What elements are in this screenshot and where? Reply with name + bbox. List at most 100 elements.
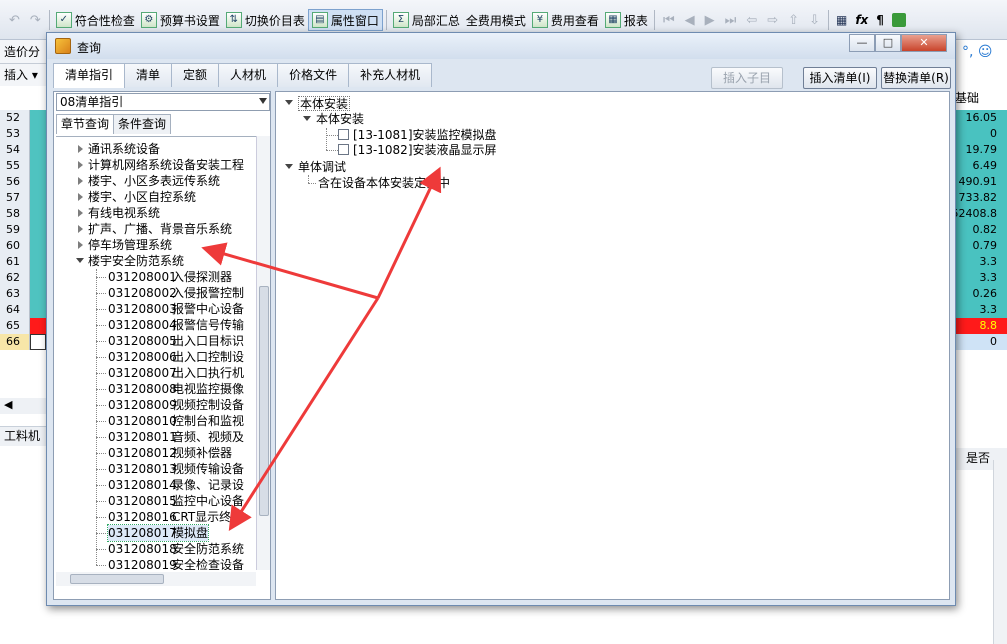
row-number[interactable]: 58 [0, 206, 30, 222]
left-arrow-icon[interactable]: ⇦ [741, 13, 762, 28]
row-number[interactable]: 53 [0, 126, 30, 142]
tree-group-item[interactable]: 楼宇安全防范系统 [88, 253, 184, 269]
row-number[interactable]: 56 [0, 174, 30, 190]
property-window-button[interactable]: ▤ 属性窗口 [307, 9, 383, 31]
tree-leaf-item[interactable]: 031208011音频、视频及 [108, 429, 244, 445]
insert-menu[interactable]: 插入 ▾ [0, 64, 46, 86]
tree-node-unit-debug-child[interactable]: 含在设备本体安装定额中 [318, 176, 450, 191]
tree-leaf-item[interactable]: 031208005出入口目标识 [108, 333, 244, 349]
tab-quota[interactable]: 定额 [171, 63, 220, 87]
tree-vertical-scrollbar[interactable] [256, 136, 270, 570]
full-cost-mode-button[interactable]: 全费用模式 [463, 9, 529, 31]
tree-leaf-item[interactable]: 031208008电视监控摄像 [108, 381, 244, 397]
tree-leaf-item[interactable]: 031208010控制台和监视 [108, 413, 244, 429]
grid-scroll-left-icon[interactable]: ◀ [0, 398, 46, 414]
expand-icon[interactable] [78, 177, 83, 185]
expand-icon[interactable] [303, 116, 311, 121]
tab-supplementary[interactable]: 补充人材机 [348, 63, 433, 87]
background-scrollbar[interactable] [993, 460, 1007, 644]
tree-node-body-install[interactable]: 本体安装 [298, 96, 351, 111]
expand-icon[interactable] [78, 161, 83, 169]
right-arrow-icon[interactable]: ⇨ [762, 13, 783, 28]
row-number[interactable]: 54 [0, 142, 30, 158]
collapse-icon[interactable] [76, 258, 84, 263]
report-button[interactable]: ▦ 报表 [602, 9, 651, 31]
tree-leaf-item[interactable]: 031208012视频补偿器 [108, 445, 232, 461]
tree-group-item[interactable]: 计算机网络系统设备安装工程 [88, 157, 244, 173]
row-number[interactable]: 61 [0, 254, 30, 270]
tree-leaf-item[interactable]: 031208003报警中心设备 [108, 301, 244, 317]
row-number[interactable]: 57 [0, 190, 30, 206]
tree-leaf-item[interactable]: 031208019安全检查设备 [108, 557, 244, 570]
cube-icon[interactable] [891, 13, 906, 27]
tab-chapter-query[interactable]: 章节查询 [56, 114, 115, 134]
budget-settings-button[interactable]: ⚙ 预算书设置 [138, 9, 223, 31]
list-guide-select[interactable]: 08清单指引 [56, 93, 270, 111]
tab-list-guide[interactable]: 清单指引 [53, 63, 126, 88]
close-button[interactable]: ✕ [901, 34, 947, 52]
expand-icon[interactable] [78, 241, 83, 249]
tree-leaf-item[interactable]: 031208017模拟盘 [106, 524, 210, 542]
maximize-button[interactable]: □ [875, 34, 901, 52]
redo-icon[interactable]: ↷ [25, 13, 46, 28]
insert-child-button[interactable]: 插入子目 [711, 67, 783, 89]
expand-icon[interactable] [285, 100, 293, 105]
tree-group-item[interactable]: 有线电视系统 [88, 205, 160, 221]
minimize-button[interactable]: — [849, 34, 875, 52]
row-number[interactable]: 59 [0, 222, 30, 238]
row-number[interactable]: 66 [0, 334, 30, 350]
tree-group-item[interactable]: 扩声、广播、背景音乐系统 [88, 221, 232, 237]
expand-icon[interactable] [78, 193, 83, 201]
scrollbar-thumb[interactable] [70, 574, 164, 584]
prev-icon[interactable]: ◀ [680, 13, 700, 28]
tree-leaf-item[interactable]: 031208015监控中心设备 [108, 493, 244, 509]
tree-node-body-install-child[interactable]: 本体安装 [316, 112, 364, 127]
checkbox[interactable] [338, 144, 349, 155]
tree-group-item[interactable]: 停车场管理系统 [88, 237, 172, 253]
material-tab[interactable]: 工料机 [0, 426, 46, 446]
insert-list-button[interactable]: 插入清单(I) [803, 67, 877, 89]
tree-leaf-item[interactable]: 031208001入侵探测器 [108, 269, 232, 285]
tree-node-unit-debug[interactable]: 单体调试 [298, 160, 346, 175]
row-number[interactable]: 63 [0, 286, 30, 302]
row-number[interactable]: 52 [0, 110, 30, 126]
row-number[interactable]: 64 [0, 302, 30, 318]
undo-icon[interactable]: ↶ [4, 13, 25, 28]
tree-leaf-item[interactable]: 031208009视频控制设备 [108, 397, 244, 413]
emoji-icon[interactable]: °, ☺ [962, 44, 1007, 64]
tab-labor-material-machine[interactable]: 人材机 [218, 63, 279, 87]
tree-leaf-item[interactable]: 031208004报警信号传输 [108, 317, 244, 333]
expand-icon[interactable] [78, 225, 83, 233]
tree-horizontal-scrollbar[interactable] [56, 572, 256, 586]
tree-leaf-item[interactable]: 031208016CRT显示终端 [108, 509, 243, 525]
next-icon[interactable]: ▶ [700, 13, 720, 28]
row-number[interactable]: 65 [0, 318, 30, 334]
partial-summary-button[interactable]: Σ 局部汇总 [390, 9, 463, 31]
compliance-check-button[interactable]: ✓ 符合性检查 [53, 9, 138, 31]
expand-icon[interactable] [285, 164, 293, 169]
calculator-icon[interactable]: ▦ [832, 13, 851, 27]
down-arrow-icon[interactable]: ⇩ [804, 13, 825, 28]
tree-leaf-item[interactable]: 031208007出入口执行机 [108, 365, 244, 381]
last-icon[interactable]: ⏭ [720, 13, 742, 28]
tab-list[interactable]: 清单 [124, 63, 173, 87]
row-number[interactable]: 60 [0, 238, 30, 254]
tree-leaf-item[interactable]: 031208014录像、记录设 [108, 477, 244, 493]
cost-analysis-menu[interactable]: 造价分 [0, 40, 46, 64]
replace-list-button[interactable]: 替换清单(R) [881, 67, 951, 89]
tree-leaf-item[interactable]: 031208018安全防范系统 [108, 541, 244, 557]
tree-leaf-item[interactable]: 031208006出入口控制设 [108, 349, 244, 365]
checkbox[interactable] [338, 129, 349, 140]
expand-icon[interactable] [78, 145, 83, 153]
fee-view-button[interactable]: ¥ 费用查看 [529, 9, 602, 31]
tree-leaf-item[interactable]: 031208013视频传输设备 [108, 461, 244, 477]
pilcrow-icon[interactable]: ¶ [872, 13, 888, 27]
quota-item-13-1081[interactable]: [13-1081]安装监控模拟盘 [338, 128, 497, 143]
tree-group-item[interactable]: 楼宇、小区多表远传系统 [88, 173, 220, 189]
tree-group-item[interactable]: 通讯系统设备 [88, 141, 160, 157]
switch-pricelist-button[interactable]: ⇅ 切换价目表 [223, 9, 308, 31]
row-number[interactable]: 62 [0, 270, 30, 286]
expand-icon[interactable] [78, 209, 83, 217]
dialog-titlebar[interactable]: 查询 — □ ✕ [47, 33, 955, 59]
fx-icon[interactable]: fx [851, 13, 872, 27]
